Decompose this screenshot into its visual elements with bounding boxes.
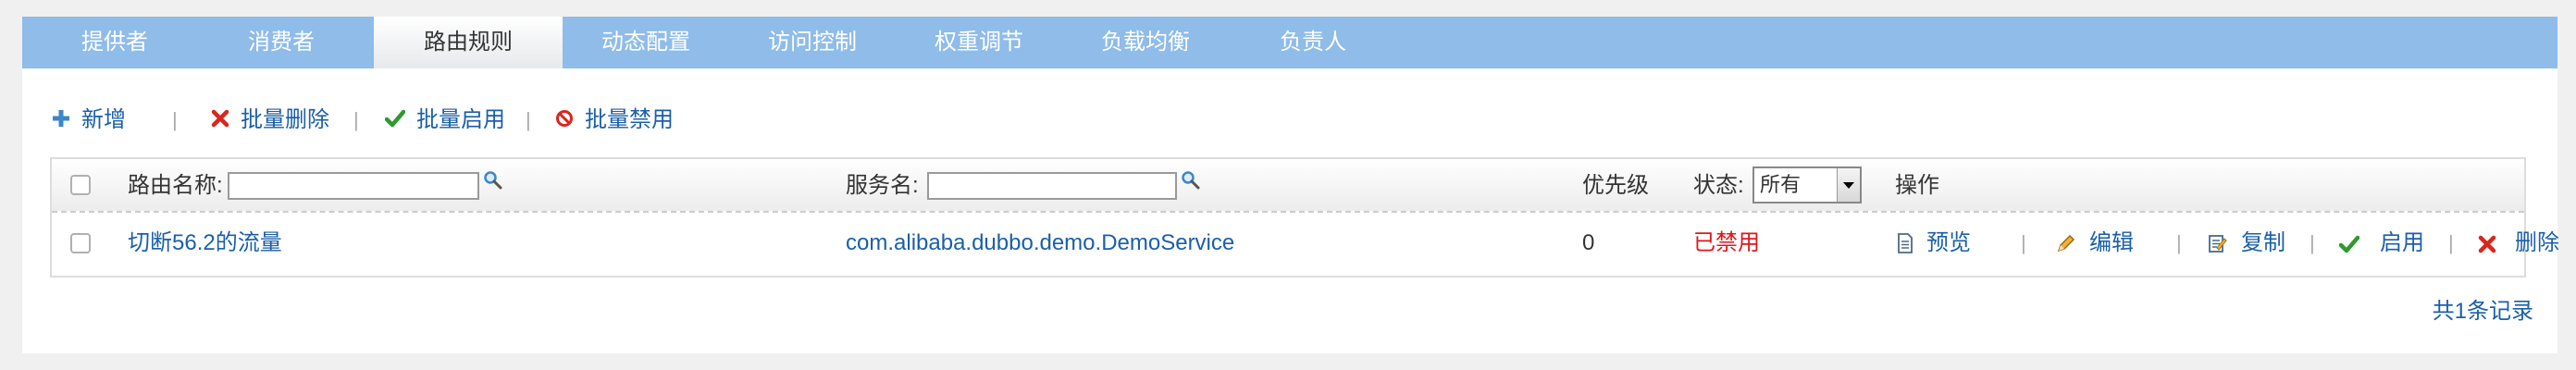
table-row: 切断56.2的流量 com.alibaba.dubbo.demo.DemoSer…	[52, 213, 2559, 278]
tab-bar: 提供者 消费者 路由规则 动态配置 访问控制 权重调节 负载均衡 负责人	[22, 17, 2557, 68]
search-icon[interactable]	[1181, 170, 1201, 195]
pencil-icon	[2056, 233, 2076, 261]
tab-access-control[interactable]: 访问控制	[738, 17, 886, 68]
tab-load-balance[interactable]: 负载均衡	[1071, 17, 1220, 68]
actions-header: 操作	[1895, 173, 1939, 198]
toolbar-separator: |	[526, 108, 531, 131]
status-badge: 已禁用	[1693, 230, 1760, 255]
document-icon	[1897, 233, 1913, 261]
preview-button[interactable]: 预览	[1897, 229, 1971, 261]
service-name-filter-input[interactable]	[927, 172, 1177, 200]
action-separator: |	[2448, 231, 2454, 254]
ban-icon	[555, 99, 574, 143]
enable-button[interactable]: 启用	[2338, 229, 2424, 261]
tab-providers[interactable]: 提供者	[57, 17, 172, 68]
toolbar-separator: |	[172, 108, 178, 131]
status-filter-select[interactable]: 所有	[1752, 166, 1862, 204]
priority-value: 0	[1582, 230, 1595, 255]
add-button[interactable]: 新增	[52, 98, 126, 142]
routes-table: 路由名称: 服务名: 优先级 状态: 所有 操作 切断56.2的流量 com.a…	[50, 157, 2559, 278]
copy-icon	[2208, 233, 2228, 261]
check-icon	[384, 99, 406, 143]
tab-consumers[interactable]: 消费者	[224, 17, 339, 68]
batch-disable-button[interactable]: 批量禁用	[555, 98, 674, 142]
status-header: 状态:	[1693, 173, 1744, 198]
chevron-down-icon	[1837, 168, 1860, 202]
status-filter-value: 所有	[1760, 173, 1802, 196]
action-separator: |	[2176, 231, 2182, 254]
record-count: 共1条记录	[2432, 299, 2533, 324]
delete-button[interactable]: 删除	[2478, 229, 2559, 261]
route-name-filter-input[interactable]	[228, 172, 479, 200]
action-separator: |	[2310, 231, 2315, 254]
enable-label: 启用	[2380, 230, 2424, 255]
edit-button[interactable]: 编辑	[2056, 229, 2134, 261]
route-name-header: 路由名称:	[128, 173, 223, 198]
row-checkbox[interactable]	[70, 233, 91, 253]
route-name-link[interactable]: 切断56.2的流量	[128, 229, 282, 257]
tab-weights[interactable]: 权重调节	[905, 17, 1053, 68]
tab-dynamic-config[interactable]: 动态配置	[572, 17, 720, 68]
batch-enable-button[interactable]: 批量启用	[384, 98, 505, 143]
priority-header: 优先级	[1582, 173, 1649, 198]
search-icon[interactable]	[483, 170, 503, 195]
table-header: 路由名称: 服务名: 优先级 状态: 所有 操作	[52, 159, 2524, 213]
batch-delete-button[interactable]: 批量删除	[211, 98, 329, 142]
service-name-header: 服务名:	[846, 173, 919, 198]
batch-disable-label: 批量禁用	[585, 107, 674, 132]
select-all-checkbox[interactable]	[70, 175, 91, 195]
copy-label: 复制	[2241, 230, 2285, 255]
tab-owners[interactable]: 负责人	[1253, 17, 1373, 68]
toolbar-separator: |	[353, 108, 359, 131]
cross-icon	[2478, 233, 2496, 261]
main-panel: 提供者 消费者 路由规则 动态配置 访问控制 权重调节 负载均衡 负责人 新增 …	[22, 17, 2559, 353]
delete-label: 删除	[2515, 230, 2559, 255]
service-name-link[interactable]: com.alibaba.dubbo.demo.DemoService	[846, 229, 1234, 257]
preview-label: 预览	[1926, 230, 1971, 255]
action-separator: |	[2021, 231, 2026, 254]
batch-delete-label: 批量删除	[241, 107, 329, 132]
batch-enable-label: 批量启用	[416, 107, 505, 132]
add-label: 新增	[81, 107, 126, 132]
cross-icon	[211, 99, 229, 143]
check-icon	[2338, 233, 2360, 261]
edit-label: 编辑	[2089, 230, 2134, 255]
tab-routes[interactable]: 路由规则	[374, 17, 563, 68]
plus-icon	[52, 99, 70, 143]
copy-button[interactable]: 复制	[2208, 229, 2285, 261]
